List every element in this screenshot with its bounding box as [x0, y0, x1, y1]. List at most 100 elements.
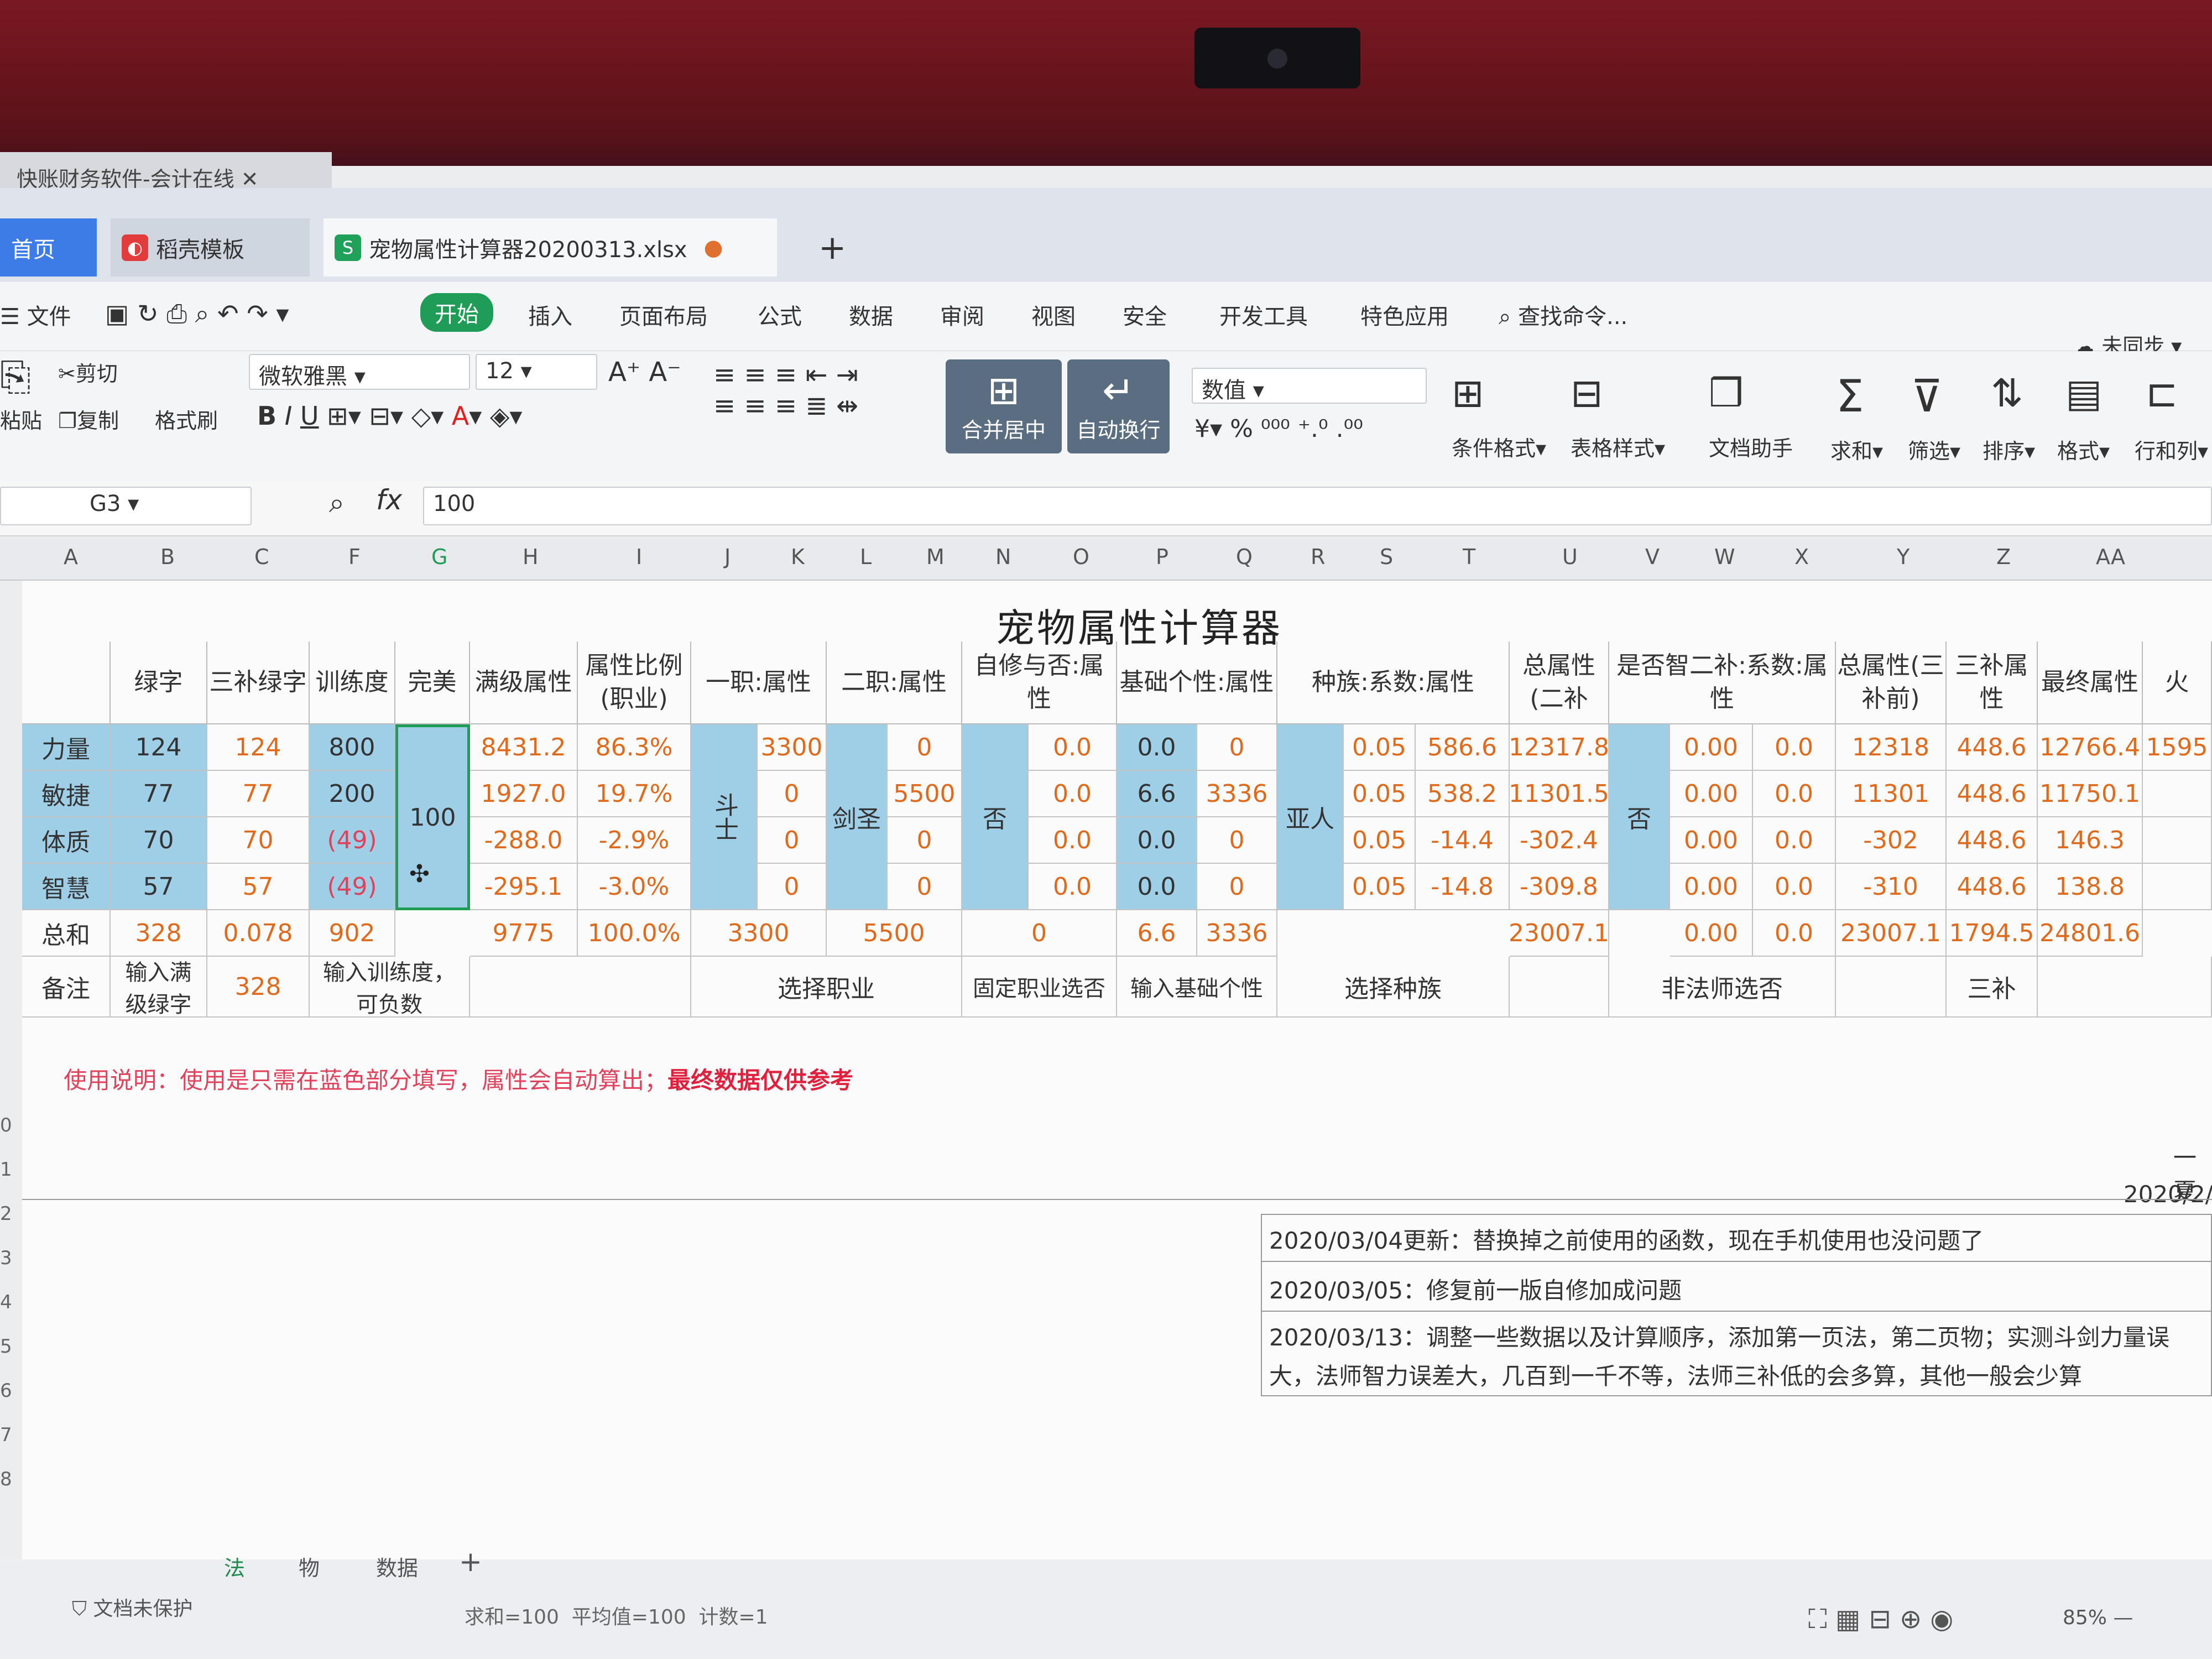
total-f[interactable]: 902 [310, 910, 395, 957]
column-header-z[interactable]: Z [1996, 545, 2011, 569]
cell-f[interactable]: 800 [310, 724, 395, 771]
cell-y[interactable]: -310 [1836, 864, 1947, 910]
number-format-select[interactable]: 数值 ▾ [1192, 368, 1427, 404]
align-buttons[interactable]: ≡ ≡ ≡ ⇤ ⇥ ≡ ≡ ≡ ≣ ⇹ [713, 359, 858, 421]
cell-name[interactable]: 力量 [22, 724, 111, 771]
cell-c[interactable]: 77 [207, 771, 310, 817]
total-h[interactable]: 9775 [470, 910, 578, 957]
tab-templates[interactable]: ◐ 稻壳模板 [111, 218, 310, 276]
cell-z[interactable]: 448.6 [1947, 817, 2038, 864]
cut-button[interactable]: ✂剪切 [58, 357, 118, 387]
cell-u[interactable]: 12317.8 [1509, 724, 1609, 771]
cell-u[interactable]: 11301.5 [1509, 771, 1609, 817]
menu-start[interactable]: 开始 [420, 293, 493, 332]
font-grow-icon[interactable]: A⁺ A⁻ [608, 357, 681, 388]
cell-m[interactable]: 0 [888, 724, 962, 771]
total-name[interactable]: 总和 [22, 910, 111, 957]
cell-f[interactable]: 200 [310, 771, 395, 817]
cell-x[interactable]: 0.0 [1753, 817, 1836, 864]
column-header-o[interactable]: O [1073, 545, 1089, 569]
cell-s[interactable]: 0.05 [1344, 864, 1416, 910]
cell-w[interactable]: 0.00 [1670, 771, 1753, 817]
cell-self[interactable]: 否 [962, 724, 1029, 910]
cell-b[interactable]: 70 [111, 817, 207, 864]
column-header-w[interactable]: W [1714, 545, 1735, 569]
cell-z[interactable]: 448.6 [1947, 771, 2038, 817]
row-number[interactable]: 5 [0, 1335, 12, 1358]
cell-k[interactable]: 0 [758, 771, 827, 817]
font-style-buttons[interactable]: B I U ⊞▾ ⊟▾ ◇▾ A▾ ◈▾ [257, 401, 522, 431]
sheet-tab-wu[interactable]: 物 [299, 1551, 320, 1582]
cell-k[interactable]: 3300 [758, 724, 827, 771]
zoom-level[interactable]: 85% — [2063, 1606, 2133, 1629]
column-header-x[interactable]: X [1794, 545, 1809, 569]
cell-m[interactable]: 0 [888, 817, 962, 864]
merge-center-button[interactable]: ⊞ 合并居中 [946, 359, 1062, 453]
total-k[interactable]: 3300 [691, 910, 827, 957]
cell-perfect[interactable]: 100 [395, 724, 470, 910]
cond-format-icon[interactable]: ⊞ [1452, 371, 1484, 416]
row-number[interactable]: 4 [0, 1291, 12, 1313]
cell-b[interactable]: 57 [111, 864, 207, 910]
doc-helper-icon[interactable]: ❒ [1709, 371, 1744, 416]
table-style-button[interactable]: 表格样式▾ [1571, 431, 1665, 462]
cell-name[interactable]: 智慧 [22, 864, 111, 910]
cell-q[interactable]: 0 [1197, 864, 1277, 910]
menu-insert[interactable]: 插入 [528, 299, 572, 331]
column-header-b[interactable]: B [160, 545, 175, 569]
name-box[interactable]: G3 ▾ [0, 487, 252, 525]
menu-special[interactable]: 特色应用 [1360, 299, 1449, 331]
cell-x[interactable]: 0.0 [1753, 864, 1836, 910]
cell-y[interactable]: 11301 [1836, 771, 1947, 817]
cell-c[interactable]: 57 [207, 864, 310, 910]
column-header-f[interactable]: F [348, 545, 361, 569]
cell-k[interactable]: 0 [758, 864, 827, 910]
cell-z[interactable]: 448.6 [1947, 864, 2038, 910]
column-header-g[interactable]: G [431, 545, 447, 569]
cell-i[interactable]: 19.7% [578, 771, 691, 817]
cell-f[interactable]: (49) [310, 817, 395, 864]
total-y[interactable]: 23007.1 [1836, 910, 1947, 957]
column-header-v[interactable]: V [1645, 545, 1660, 569]
column-header-aa[interactable]: AA [2096, 545, 2125, 569]
copy-button[interactable]: ❐复制 [58, 404, 119, 434]
row-number[interactable]: 3 [0, 1247, 12, 1269]
menu-layout[interactable]: 页面布局 [619, 299, 708, 331]
sheet-tab-fa[interactable]: 法 [224, 1551, 245, 1582]
cell-q[interactable]: 0 [1197, 817, 1277, 864]
column-header-p[interactable]: P [1156, 545, 1168, 569]
cell-t[interactable]: -14.8 [1416, 864, 1510, 910]
font-family-select[interactable]: 微软雅黑 ▾ [249, 354, 470, 390]
cell-p[interactable]: 6.6 [1117, 771, 1197, 817]
filter-icon[interactable]: ⊽ [1911, 371, 1943, 422]
view-mode-icons[interactable]: ⛶ ▦ ⊟ ⊕ ◉ [1808, 1604, 1953, 1635]
row-number[interactable]: 8 [0, 1468, 12, 1490]
column-header-y[interactable]: Y [1897, 545, 1910, 569]
total-u[interactable]: 23007.1 [1509, 910, 1609, 957]
menu-formula[interactable]: 公式 [758, 299, 802, 331]
cell-ab[interactable] [2143, 817, 2212, 864]
format-button[interactable]: 格式▾ [2057, 434, 2110, 465]
column-header-l[interactable]: L [860, 545, 872, 569]
tab-spreadsheet[interactable]: S 宠物属性计算器20200313.xlsx ● [324, 218, 777, 276]
paste-button[interactable]: 粘贴 [0, 404, 42, 434]
total-o[interactable]: 0 [962, 910, 1117, 957]
row-number[interactable]: 0 [0, 1114, 12, 1136]
cell-aa[interactable]: 146.3 [2038, 817, 2143, 864]
cell-q[interactable]: 3336 [1197, 771, 1277, 817]
new-tab-button[interactable]: + [807, 218, 857, 276]
total-z[interactable]: 1794.5 [1947, 910, 2038, 957]
cell-q[interactable]: 0 [1197, 724, 1277, 771]
total-i[interactable]: 100.0% [578, 910, 691, 957]
add-sheet-button[interactable]: + [459, 1546, 482, 1578]
cell-s[interactable]: 0.05 [1344, 771, 1416, 817]
cell-ab[interactable] [2143, 864, 2212, 910]
cell-h[interactable]: -295.1 [470, 864, 578, 910]
cell-u[interactable]: -309.8 [1510, 864, 1609, 910]
font-size-select[interactable]: 12 ▾ [476, 354, 597, 390]
cell-m[interactable]: 0 [888, 864, 962, 910]
command-search[interactable]: ⌕ 查找命令... [1499, 299, 1627, 331]
cell-h[interactable]: 8431.2 [470, 724, 578, 771]
menu-review[interactable]: 审阅 [940, 299, 984, 331]
cell-race[interactable]: 亚人 [1277, 724, 1344, 910]
